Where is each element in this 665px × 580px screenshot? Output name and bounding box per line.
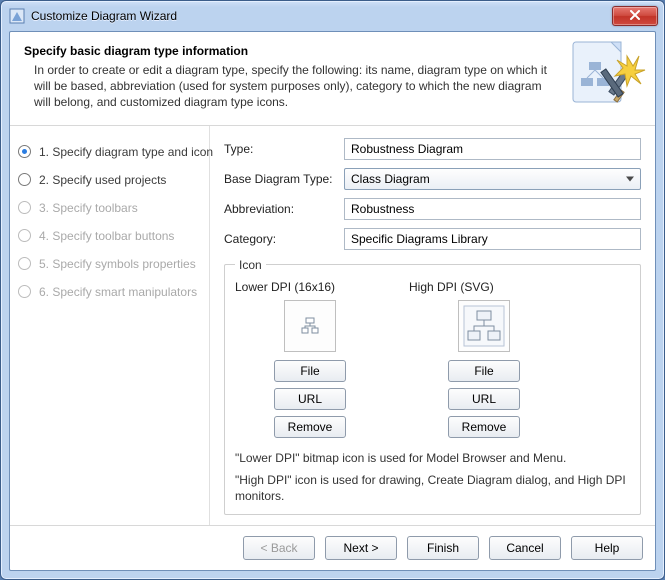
wizard-hero-icon — [567, 38, 649, 120]
step-4: 4. Specify toolbar buttons — [16, 222, 201, 250]
lower-dpi-column: Lower DPI (16x16) File URL — [235, 280, 385, 444]
radio-icon — [18, 285, 31, 298]
category-label: Category: — [224, 232, 344, 246]
icon-note-1: "Lower DPI" bitmap icon is used for Mode… — [235, 450, 630, 466]
high-dpi-preview — [458, 300, 510, 352]
form-panel: Type: Base Diagram Type: Class Diagram A… — [210, 126, 655, 525]
titlebar: Customize Diagram Wizard — [1, 1, 664, 31]
high-dpi-url-button[interactable]: URL — [448, 388, 520, 410]
radio-icon — [18, 145, 31, 158]
step-label: 1. Specify diagram type and icon — [39, 145, 213, 159]
diagram-small-icon — [301, 317, 319, 335]
type-label: Type: — [224, 142, 344, 156]
step-1[interactable]: 1. Specify diagram type and icon — [16, 138, 201, 166]
banner-description: In order to create or edit a diagram typ… — [24, 62, 555, 111]
base-type-label: Base Diagram Type: — [224, 172, 344, 186]
radio-icon — [18, 173, 31, 186]
step-3: 3. Specify toolbars — [16, 194, 201, 222]
window-title: Customize Diagram Wizard — [31, 9, 177, 23]
main-split: 1. Specify diagram type and icon 2. Spec… — [10, 126, 655, 525]
radio-icon — [18, 229, 31, 242]
high-dpi-remove-button[interactable]: Remove — [448, 416, 520, 438]
step-label: 4. Specify toolbar buttons — [39, 229, 174, 243]
abbreviation-label: Abbreviation: — [224, 202, 344, 216]
close-icon — [629, 10, 641, 23]
icon-note-2: "High DPI" icon is used for drawing, Cre… — [235, 472, 630, 504]
client-area: Specify basic diagram type information I… — [9, 31, 656, 571]
combo-value: Class Diagram — [351, 172, 430, 186]
help-button[interactable]: Help — [571, 536, 643, 560]
banner-title: Specify basic diagram type information — [24, 44, 555, 58]
high-dpi-title: High DPI (SVG) — [409, 280, 559, 294]
diagram-large-icon — [463, 305, 505, 347]
lower-dpi-url-button[interactable]: URL — [274, 388, 346, 410]
cancel-button[interactable]: Cancel — [489, 536, 561, 560]
high-dpi-column: High DPI (SVG) File — [409, 280, 559, 444]
high-dpi-file-button[interactable]: File — [448, 360, 520, 382]
banner: Specify basic diagram type information I… — [10, 32, 655, 126]
lower-dpi-remove-button[interactable]: Remove — [274, 416, 346, 438]
step-label: 2. Specify used projects — [39, 173, 166, 187]
step-label: 6. Specify smart manipulators — [39, 285, 197, 299]
lower-dpi-preview — [284, 300, 336, 352]
lower-dpi-title: Lower DPI (16x16) — [235, 280, 385, 294]
step-2[interactable]: 2. Specify used projects — [16, 166, 201, 194]
next-button[interactable]: Next > — [325, 536, 397, 560]
close-button[interactable] — [612, 6, 658, 26]
lower-dpi-file-button[interactable]: File — [274, 360, 346, 382]
window-frame: Customize Diagram Wizard Specify basic d… — [0, 0, 665, 580]
app-icon — [9, 8, 25, 24]
icon-group: Icon Lower DPI (16x16) — [224, 258, 641, 516]
step-5: 5. Specify symbols properties — [16, 250, 201, 278]
back-button[interactable]: < Back — [243, 536, 315, 560]
radio-icon — [18, 257, 31, 270]
step-6: 6. Specify smart manipulators — [16, 278, 201, 306]
finish-button[interactable]: Finish — [407, 536, 479, 560]
step-label: 3. Specify toolbars — [39, 201, 138, 215]
wizard-steps-sidebar: 1. Specify diagram type and icon 2. Spec… — [10, 126, 210, 525]
abbreviation-input[interactable] — [344, 198, 641, 220]
type-input[interactable] — [344, 138, 641, 160]
radio-icon — [18, 201, 31, 214]
icon-group-legend: Icon — [235, 258, 266, 272]
footer: < Back Next > Finish Cancel Help — [10, 525, 655, 570]
chevron-down-icon — [626, 176, 634, 181]
base-type-combo[interactable]: Class Diagram — [344, 168, 641, 190]
category-input[interactable] — [344, 228, 641, 250]
step-label: 5. Specify symbols properties — [39, 257, 196, 271]
